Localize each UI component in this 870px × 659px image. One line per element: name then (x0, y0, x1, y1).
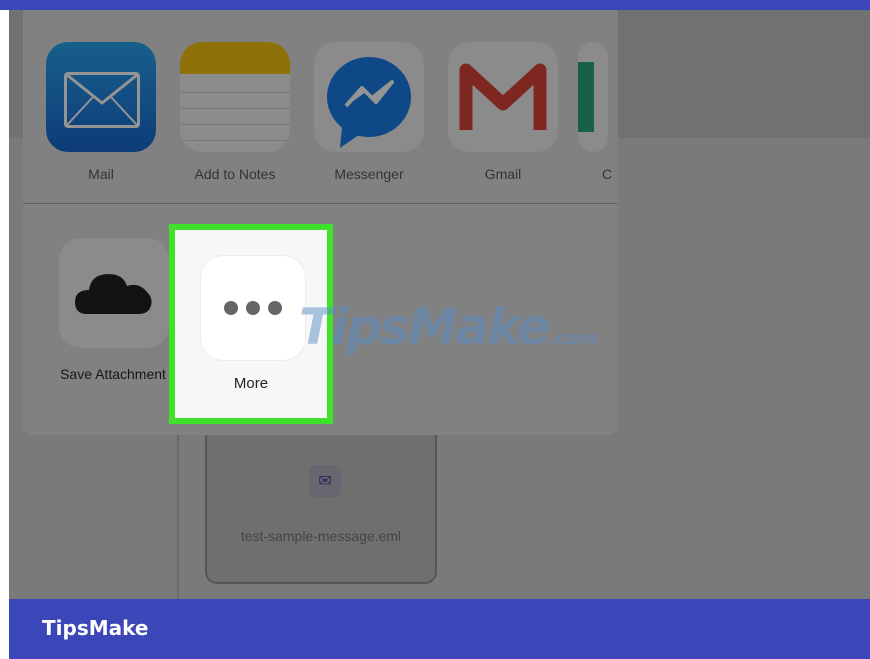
watermark-text: TipsMake (299, 298, 551, 356)
caption-bar: TipsMake (9, 599, 870, 659)
app-scene: ✉ test-sample-message.eml Mail Add to No… (9, 10, 870, 599)
top-border (0, 0, 870, 10)
screenshot-frame: ✉ test-sample-message.eml Mail Add to No… (0, 0, 870, 659)
more-dots-icon (201, 256, 305, 360)
watermark-suffix: .com (548, 328, 598, 349)
caption-text: TipsMake (42, 616, 149, 640)
more-label: More (233, 375, 269, 392)
watermark: TipsMake.com (299, 298, 597, 356)
